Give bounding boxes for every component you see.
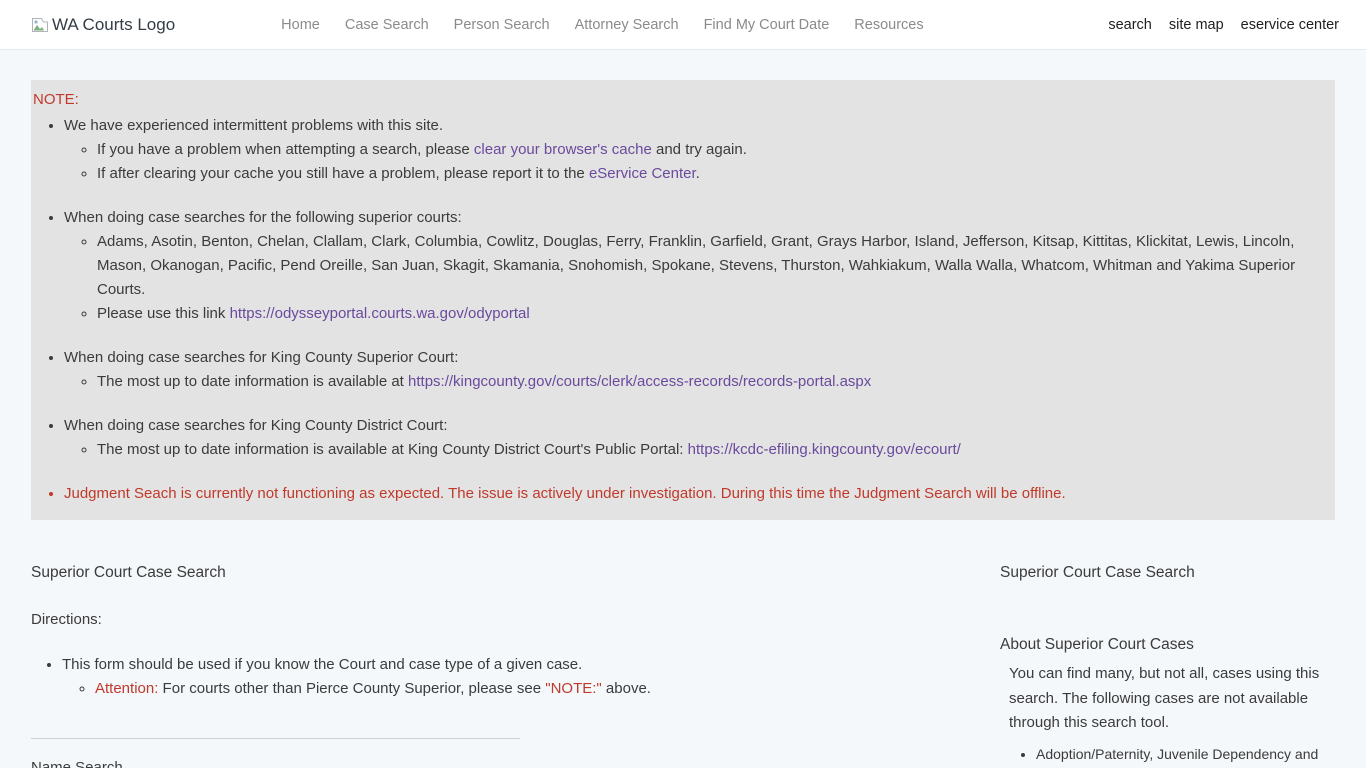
directions-list: This form should be used if you know the…	[31, 653, 971, 701]
logo-alt-text: WA Courts Logo	[52, 15, 175, 35]
note-subitem-text: If after clearing your cache you still h…	[97, 165, 589, 182]
site-header: WA Courts Logo Home Case Search Person S…	[0, 0, 1366, 50]
note-subitem-king-district-portal: The most up to date information is avail…	[97, 438, 1317, 462]
note-subitem-text: .	[696, 165, 700, 182]
note-item-intermittent-problems: We have experienced intermittent problem…	[64, 114, 1317, 186]
nav-home[interactable]: Home	[281, 17, 320, 33]
about-text: You can find many, but not all, cases us…	[1009, 662, 1321, 736]
form-divider	[31, 738, 520, 739]
note-item-king-district: When doing case searches for King County…	[64, 414, 1317, 462]
eservice-center-link[interactable]: eService Center	[589, 165, 696, 182]
nav-find-my-court-date[interactable]: Find My Court Date	[704, 17, 830, 33]
note-item-king-superior: When doing case searches for King County…	[64, 346, 1317, 394]
nav-person-search[interactable]: Person Search	[454, 17, 550, 33]
name-search-form: Name Search Court Name: Pierce County	[31, 760, 971, 768]
note-list: We have experienced intermittent problem…	[33, 114, 1317, 506]
name-search-label: Name Search	[31, 760, 971, 768]
note-title: NOTE:	[33, 88, 1317, 112]
utility-site-map-link[interactable]: site map	[1169, 17, 1224, 33]
nav-attorney-search[interactable]: Attorney Search	[575, 17, 679, 33]
attention-item: Attention: For courts other than Pierce …	[95, 677, 971, 701]
king-county-records-link[interactable]: https://kingcounty.gov/courts/clerk/acce…	[408, 373, 871, 390]
note-item-superior-courts: When doing case searches for the followi…	[64, 206, 1317, 326]
nav-resources[interactable]: Resources	[854, 17, 923, 33]
utility-eservice-center-link[interactable]: eservice center	[1241, 17, 1339, 33]
note-subitem-text: The most up to date information is avail…	[97, 441, 688, 458]
directions-item: This form should be used if you know the…	[62, 653, 971, 701]
site-logo-link[interactable]: WA Courts Logo	[31, 15, 175, 35]
note-subitem-text: and try again.	[652, 141, 747, 158]
note-item-text: When doing case searches for King County…	[64, 349, 458, 366]
kcdc-efiling-link[interactable]: https://kcdc-efiling.kingcounty.gov/ecou…	[688, 441, 961, 458]
note-subitem-eservice: If after clearing your cache you still h…	[97, 162, 1317, 186]
main-content: Superior Court Case Search Directions: T…	[31, 520, 1335, 768]
note-subitem-king-superior-portal: The most up to date information is avail…	[97, 370, 1317, 394]
main-nav: Home Case Search Person Search Attorney …	[281, 17, 923, 33]
case-search-column: Superior Court Case Search Directions: T…	[31, 564, 971, 768]
about-list: Adoption/Paternity, Juvenile Dependency …	[1009, 743, 1329, 768]
page-title: Superior Court Case Search	[31, 564, 971, 581]
utility-nav: search site map eservice center	[1108, 17, 1339, 33]
sidebar-title: Superior Court Case Search	[1000, 564, 1335, 581]
note-item-text: When doing case searches for the followi…	[64, 209, 462, 226]
clear-cache-link[interactable]: clear your browser's cache	[474, 141, 652, 158]
odyssey-portal-link[interactable]: https://odysseyportal.courts.wa.gov/odyp…	[230, 305, 530, 322]
note-subitem-text: If you have a problem when attempting a …	[97, 141, 474, 158]
about-heading: About Superior Court Cases	[1000, 637, 1335, 653]
attention-text: above.	[602, 680, 651, 697]
attention-label: Attention:	[95, 680, 158, 697]
directions-item-text: This form should be used if you know the…	[62, 656, 582, 673]
note-item-text: When doing case searches for King County…	[64, 417, 448, 434]
note-subitem-text: The most up to date information is avail…	[97, 373, 408, 390]
note-subitem-county-list: Adams, Asotin, Benton, Chelan, Clallam, …	[97, 230, 1317, 302]
note-item-judgment-offline: Judgment Seach is currently not function…	[64, 482, 1317, 506]
about-list-item: Adoption/Paternity, Juvenile Dependency …	[1036, 743, 1329, 768]
attention-text: For courts other than Pierce County Supe…	[158, 680, 545, 697]
note-box: NOTE: We have experienced intermittent p…	[31, 80, 1335, 520]
about-sidebar: Superior Court Case Search About Superio…	[1000, 564, 1335, 768]
note-subitem-odyssey: Please use this link https://odysseyport…	[97, 302, 1317, 326]
broken-image-icon	[31, 17, 49, 33]
attention-note-ref: "NOTE:"	[545, 680, 601, 697]
directions-label: Directions:	[31, 612, 971, 628]
note-item-text: We have experienced intermittent problem…	[64, 117, 443, 134]
note-subitem-text: Please use this link	[97, 305, 230, 322]
utility-search-link[interactable]: search	[1108, 17, 1152, 33]
note-subitem-cache: If you have a problem when attempting a …	[97, 138, 1317, 162]
nav-case-search[interactable]: Case Search	[345, 17, 429, 33]
